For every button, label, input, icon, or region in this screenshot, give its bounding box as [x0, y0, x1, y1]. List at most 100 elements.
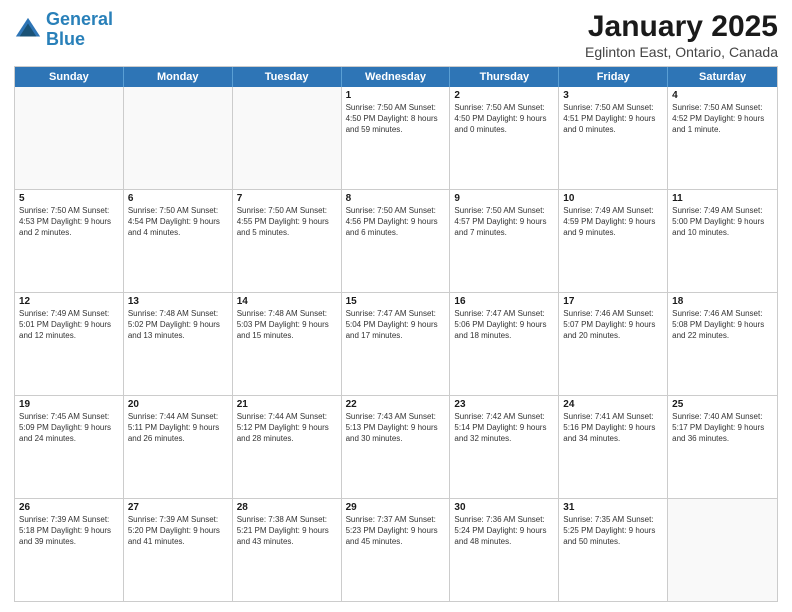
week-4: 19Sunrise: 7:45 AM Sunset: 5:09 PM Dayli… [15, 396, 777, 499]
day-info: Sunrise: 7:49 AM Sunset: 4:59 PM Dayligh… [563, 206, 663, 238]
day-info: Sunrise: 7:39 AM Sunset: 5:18 PM Dayligh… [19, 515, 119, 547]
day-number: 21 [237, 399, 337, 410]
day-cell-12: 12 Sunrise: 7:49 AM Sunset: 5:01 PM Dayli… [15, 293, 124, 395]
day-number: 14 [237, 296, 337, 307]
empty-cell [15, 87, 124, 189]
day-cell-29: 29 Sunrise: 7:37 AM Sunset: 5:23 PM Dayli… [342, 499, 451, 601]
day-cell-28: 28Sunrise: 7:38 AM Sunset: 5:21 PM Dayli… [233, 499, 342, 601]
header-day-sunday: Sunday [15, 67, 124, 87]
calendar-title: January 2025 [585, 10, 778, 44]
day-cell-24: 24 Sunrise: 7:41 AM Sunset: 5:16 PM Dayli… [559, 396, 668, 498]
day-number: 17 [563, 296, 663, 307]
day-cell-17: 17 Sunrise: 7:46 AM Sunset: 5:07 PM Dayli… [559, 293, 668, 395]
day-info: Sunrise: 7:36 AM Sunset: 5:24 PM Dayligh… [454, 515, 554, 547]
day-cell-8: 8 Sunrise: 7:50 AM Sunset: 4:56 PM Daylig… [342, 190, 451, 292]
day-cell-9: 9 Sunrise: 7:50 AM Sunset: 4:57 PM Daylig… [450, 190, 559, 292]
day-info: Sunrise: 7:50 AM Sunset: 4:56 PM Dayligh… [346, 206, 446, 238]
header-day-thursday: Thursday [450, 67, 559, 87]
day-info: Sunrise: 7:48 AM Sunset: 5:02 PM Dayligh… [128, 309, 228, 341]
day-info: Sunrise: 7:47 AM Sunset: 5:04 PM Dayligh… [346, 309, 446, 341]
day-number: 16 [454, 296, 554, 307]
day-info: Sunrise: 7:41 AM Sunset: 5:16 PM Dayligh… [563, 412, 663, 444]
day-number: 20 [128, 399, 228, 410]
calendar: SundayMondayTuesdayWednesdayThursdayFrid… [14, 66, 778, 602]
day-number: 9 [454, 193, 554, 204]
day-info: Sunrise: 7:50 AM Sunset: 4:55 PM Dayligh… [237, 206, 337, 238]
day-info: Sunrise: 7:47 AM Sunset: 5:06 PM Dayligh… [454, 309, 554, 341]
day-cell-20: 20 Sunrise: 7:44 AM Sunset: 5:11 PM Dayli… [124, 396, 233, 498]
header: General Blue January 2025 Eglinton East,… [14, 10, 778, 60]
day-cell-14: 14 Sunrise: 7:48 AM Sunset: 5:03 PM Dayli… [233, 293, 342, 395]
day-cell-16: 16 Sunrise: 7:47 AM Sunset: 5:06 PM Dayli… [450, 293, 559, 395]
header-day-tuesday: Tuesday [233, 67, 342, 87]
day-cell-31: 31Sunrise: 7:35 AM Sunset: 5:25 PM Dayli… [559, 499, 668, 601]
day-cell-23: 23Sunrise: 7:42 AM Sunset: 5:14 PM Dayli… [450, 396, 559, 498]
day-number: 12 [19, 296, 119, 307]
day-number: 1 [346, 90, 446, 101]
day-cell-10: 10Sunrise: 7:49 AM Sunset: 4:59 PM Dayli… [559, 190, 668, 292]
day-info: Sunrise: 7:38 AM Sunset: 5:21 PM Dayligh… [237, 515, 337, 547]
day-info: Sunrise: 7:49 AM Sunset: 5:01 PM Dayligh… [19, 309, 119, 341]
week-1: 1 Sunrise: 7:50 AM Sunset: 4:50 PM Daylig… [15, 87, 777, 190]
day-cell-26: 26 Sunrise: 7:39 AM Sunset: 5:18 PM Dayli… [15, 499, 124, 601]
day-cell-11: 11 Sunrise: 7:49 AM Sunset: 5:00 PM Dayli… [668, 190, 777, 292]
day-info: Sunrise: 7:50 AM Sunset: 4:54 PM Dayligh… [128, 206, 228, 238]
day-info: Sunrise: 7:49 AM Sunset: 5:00 PM Dayligh… [672, 206, 773, 238]
calendar-body: 1 Sunrise: 7:50 AM Sunset: 4:50 PM Daylig… [15, 87, 777, 601]
day-cell-18: 18Sunrise: 7:46 AM Sunset: 5:08 PM Dayli… [668, 293, 777, 395]
day-info: Sunrise: 7:44 AM Sunset: 5:12 PM Dayligh… [237, 412, 337, 444]
day-cell-2: 2 Sunrise: 7:50 AM Sunset: 4:50 PM Daylig… [450, 87, 559, 189]
day-number: 15 [346, 296, 446, 307]
empty-cell [124, 87, 233, 189]
day-cell-22: 22 Sunrise: 7:43 AM Sunset: 5:13 PM Dayli… [342, 396, 451, 498]
header-day-wednesday: Wednesday [342, 67, 451, 87]
day-info: Sunrise: 7:44 AM Sunset: 5:11 PM Dayligh… [128, 412, 228, 444]
day-number: 5 [19, 193, 119, 204]
day-cell-27: 27Sunrise: 7:39 AM Sunset: 5:20 PM Dayli… [124, 499, 233, 601]
week-3: 12 Sunrise: 7:49 AM Sunset: 5:01 PM Dayli… [15, 293, 777, 396]
day-info: Sunrise: 7:50 AM Sunset: 4:50 PM Dayligh… [346, 103, 446, 135]
day-info: Sunrise: 7:37 AM Sunset: 5:23 PM Dayligh… [346, 515, 446, 547]
day-number: 11 [672, 193, 773, 204]
day-info: Sunrise: 7:50 AM Sunset: 4:53 PM Dayligh… [19, 206, 119, 238]
calendar-header-row: SundayMondayTuesdayWednesdayThursdayFrid… [15, 67, 777, 87]
day-number: 3 [563, 90, 663, 101]
day-number: 25 [672, 399, 773, 410]
logo: General Blue [14, 10, 113, 50]
day-number: 29 [346, 502, 446, 513]
title-block: January 2025 Eglinton East, Ontario, Can… [585, 10, 778, 60]
day-cell-19: 19Sunrise: 7:45 AM Sunset: 5:09 PM Dayli… [15, 396, 124, 498]
day-cell-5: 5 Sunrise: 7:50 AM Sunset: 4:53 PM Daylig… [15, 190, 124, 292]
day-number: 8 [346, 193, 446, 204]
day-number: 2 [454, 90, 554, 101]
day-number: 4 [672, 90, 773, 101]
day-info: Sunrise: 7:39 AM Sunset: 5:20 PM Dayligh… [128, 515, 228, 547]
day-info: Sunrise: 7:48 AM Sunset: 5:03 PM Dayligh… [237, 309, 337, 341]
day-info: Sunrise: 7:46 AM Sunset: 5:08 PM Dayligh… [672, 309, 773, 341]
day-info: Sunrise: 7:50 AM Sunset: 4:57 PM Dayligh… [454, 206, 554, 238]
day-cell-21: 21 Sunrise: 7:44 AM Sunset: 5:12 PM Dayli… [233, 396, 342, 498]
day-info: Sunrise: 7:50 AM Sunset: 4:52 PM Dayligh… [672, 103, 773, 135]
day-number: 31 [563, 502, 663, 513]
day-number: 23 [454, 399, 554, 410]
day-info: Sunrise: 7:43 AM Sunset: 5:13 PM Dayligh… [346, 412, 446, 444]
week-2: 5 Sunrise: 7:50 AM Sunset: 4:53 PM Daylig… [15, 190, 777, 293]
day-info: Sunrise: 7:40 AM Sunset: 5:17 PM Dayligh… [672, 412, 773, 444]
day-number: 13 [128, 296, 228, 307]
day-info: Sunrise: 7:50 AM Sunset: 4:51 PM Dayligh… [563, 103, 663, 135]
day-cell-13: 13 Sunrise: 7:48 AM Sunset: 5:02 PM Dayli… [124, 293, 233, 395]
day-number: 7 [237, 193, 337, 204]
header-day-monday: Monday [124, 67, 233, 87]
day-number: 24 [563, 399, 663, 410]
logo-icon [14, 16, 42, 44]
page: General Blue January 2025 Eglinton East,… [0, 0, 792, 612]
day-info: Sunrise: 7:46 AM Sunset: 5:07 PM Dayligh… [563, 309, 663, 341]
day-cell-30: 30Sunrise: 7:36 AM Sunset: 5:24 PM Dayli… [450, 499, 559, 601]
logo-text: General Blue [46, 10, 113, 50]
day-number: 26 [19, 502, 119, 513]
day-number: 22 [346, 399, 446, 410]
day-number: 19 [19, 399, 119, 410]
header-day-friday: Friday [559, 67, 668, 87]
day-info: Sunrise: 7:50 AM Sunset: 4:50 PM Dayligh… [454, 103, 554, 135]
day-cell-15: 15 Sunrise: 7:47 AM Sunset: 5:04 PM Dayli… [342, 293, 451, 395]
